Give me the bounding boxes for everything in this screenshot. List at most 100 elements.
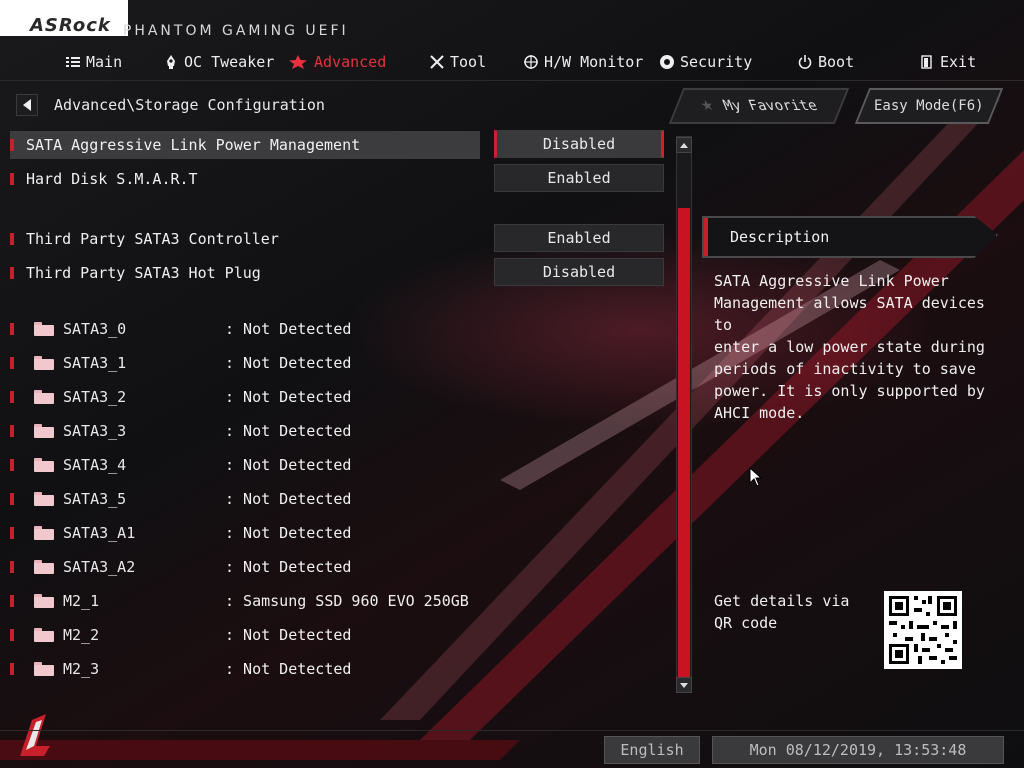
- easy-mode-label: Easy Mode(F6): [874, 98, 984, 114]
- drive-name: SATA3_1: [63, 354, 127, 372]
- sata-aggressive-link-value[interactable]: Disabled: [494, 130, 664, 158]
- tab-advanced[interactable]: Advanced: [288, 50, 386, 74]
- drive-name: SATA3_A2: [63, 558, 136, 576]
- folder-icon: [34, 594, 54, 608]
- rocket-icon: [164, 55, 178, 69]
- hard-disk-smart-value[interactable]: Enabled: [494, 164, 664, 192]
- drive-row-sata3-2[interactable]: SATA3_2: Not Detected: [10, 385, 490, 409]
- drive-name: SATA3_2: [63, 388, 127, 406]
- row-marker: [10, 459, 14, 471]
- drive-row-sata3-3[interactable]: SATA3_3: Not Detected: [10, 419, 490, 443]
- drive-name: SATA3_4: [63, 456, 127, 474]
- tab-tool[interactable]: Tool: [430, 50, 486, 74]
- drive-row-sata3-4[interactable]: SATA3_4 : Not Detected: [10, 453, 490, 477]
- folder-icon: [34, 560, 54, 574]
- brand-subtitle: PHANTOM GAMING UEFI: [122, 23, 349, 39]
- tab-boot[interactable]: Boot: [798, 50, 854, 74]
- tab-exit[interactable]: Exit: [920, 50, 976, 74]
- drive-row-m2-2[interactable]: M2_2 : Not Detected: [10, 623, 490, 647]
- breadcrumb: Advanced\Storage Configuration: [16, 94, 325, 116]
- setting-third-party-sata3-controller[interactable]: Third Party SATA3 Controller: [10, 225, 480, 253]
- setting-label: Hard Disk S.M.A.R.T: [26, 170, 198, 188]
- drive-row-m2-3[interactable]: M2_3 : Not Detected: [10, 657, 490, 681]
- drive-status: : Not Detected: [225, 660, 352, 678]
- mouse-cursor-icon: [749, 467, 763, 487]
- tab-advanced-label: Advanced: [314, 53, 387, 71]
- row-marker: [10, 267, 14, 279]
- drive-status: : Not Detected: [225, 456, 352, 474]
- drive-row-sata3-a2[interactable]: SATA3_A2 : Not Detected: [10, 555, 490, 579]
- description-title: Description: [730, 228, 830, 246]
- drive-row-sata3-0[interactable]: SATA3_0 : Not Detected: [10, 317, 490, 341]
- drive-status: : Samsung SSD 960 EVO 250GB: [225, 592, 469, 610]
- row-marker: [10, 527, 14, 539]
- drive-row-m2-1[interactable]: M2_1 : Samsung SSD 960 EVO 250GB: [10, 589, 490, 613]
- qr-code: [884, 591, 962, 669]
- drive-name: SATA3_5: [63, 490, 127, 508]
- row-marker: [10, 357, 14, 369]
- tab-oc-tweaker-label: OC Tweaker: [184, 53, 275, 71]
- tab-security-label: Security: [680, 53, 753, 71]
- scroll-up-button[interactable]: [676, 137, 692, 153]
- scrollbar-thumb[interactable]: [678, 208, 690, 678]
- drive-status: : Not Detected: [225, 354, 352, 372]
- breadcrumb-label: Advanced\Storage Configuration: [54, 96, 325, 114]
- my-favorite-label: My Favorite: [720, 98, 820, 114]
- drive-row-sata3-1[interactable]: SATA3_1 : Not Detected: [10, 351, 490, 375]
- row-marker: [10, 493, 14, 505]
- folder-icon: [34, 322, 54, 336]
- drive-row-sata3-5[interactable]: SATA3_5: Not Detected: [10, 487, 490, 511]
- drive-name: M2_2: [63, 626, 100, 644]
- tab-oc-tweaker[interactable]: OC Tweaker: [164, 50, 274, 74]
- tab-boot-label: Boot: [818, 53, 855, 71]
- tab-main[interactable]: Main: [66, 50, 122, 74]
- folder-icon: [34, 390, 54, 404]
- drive-row-sata3-a1[interactable]: SATA3_A1: Not Detected: [10, 521, 490, 545]
- setting-hard-disk-smart[interactable]: Hard Disk S.M.A.R.T: [10, 165, 480, 193]
- list-icon: [66, 55, 80, 69]
- tab-security[interactable]: Security: [660, 50, 752, 74]
- description-header: Description: [702, 216, 998, 258]
- tab-hw-monitor[interactable]: H/W Monitor: [524, 50, 643, 74]
- drive-name: M2_3: [63, 660, 100, 678]
- drive-name: M2_1: [63, 592, 100, 610]
- nav-divider: [0, 80, 1024, 81]
- drive-status: : Not Detected: [225, 558, 352, 576]
- brand-header: ASRock PHANTOM GAMING UEFI: [0, 0, 349, 39]
- drive-status: : Not Detected: [225, 626, 352, 644]
- drive-status: : Not Detected: [225, 524, 352, 542]
- folder-icon: [34, 492, 54, 506]
- datetime-display: Mon 08/12/2019, 13:53:48: [712, 736, 1004, 764]
- third-party-sata3-controller-value[interactable]: Enabled: [494, 224, 664, 252]
- phantom-gaming-logo: [20, 714, 50, 756]
- tab-exit-label: Exit: [940, 53, 977, 71]
- setting-label: SATA Aggressive Link Power Management: [26, 136, 361, 154]
- setting-sata-aggressive-link[interactable]: SATA Aggressive Link Power Management: [10, 131, 480, 159]
- tab-hw-monitor-label: H/W Monitor: [544, 53, 644, 71]
- brand-logo: ASRock: [30, 14, 111, 36]
- setting-label: Third Party SATA3 Controller: [26, 230, 279, 248]
- row-marker: [10, 425, 14, 437]
- easy-mode-button[interactable]: Easy Mode(F6): [854, 88, 1004, 124]
- third-party-sata3-hot-plug-value[interactable]: Disabled: [494, 258, 664, 286]
- drive-name: SATA3_3: [63, 422, 127, 440]
- setting-third-party-sata3-hot-plug[interactable]: Third Party SATA3 Hot Plug: [10, 259, 480, 287]
- drive-name: SATA3_0: [63, 320, 127, 338]
- my-favorite-button[interactable]: ★ My Favorite: [668, 88, 850, 124]
- tools-icon: [430, 55, 444, 69]
- favorite-star-icon: ★: [698, 98, 718, 114]
- back-button[interactable]: [16, 94, 38, 116]
- scroll-down-button[interactable]: [676, 677, 692, 693]
- folder-icon: [34, 424, 54, 438]
- tab-main-label: Main: [86, 53, 123, 71]
- footer-divider: [0, 730, 1024, 731]
- language-button[interactable]: English: [604, 736, 700, 764]
- row-marker: [10, 629, 14, 641]
- row-marker: [10, 173, 14, 185]
- row-marker: [10, 233, 14, 245]
- row-marker: [10, 391, 14, 403]
- setting-label: Third Party SATA3 Hot Plug: [26, 264, 261, 282]
- drive-status: : Not Detected: [225, 320, 352, 338]
- folder-icon: [34, 662, 54, 676]
- power-icon: [798, 55, 812, 69]
